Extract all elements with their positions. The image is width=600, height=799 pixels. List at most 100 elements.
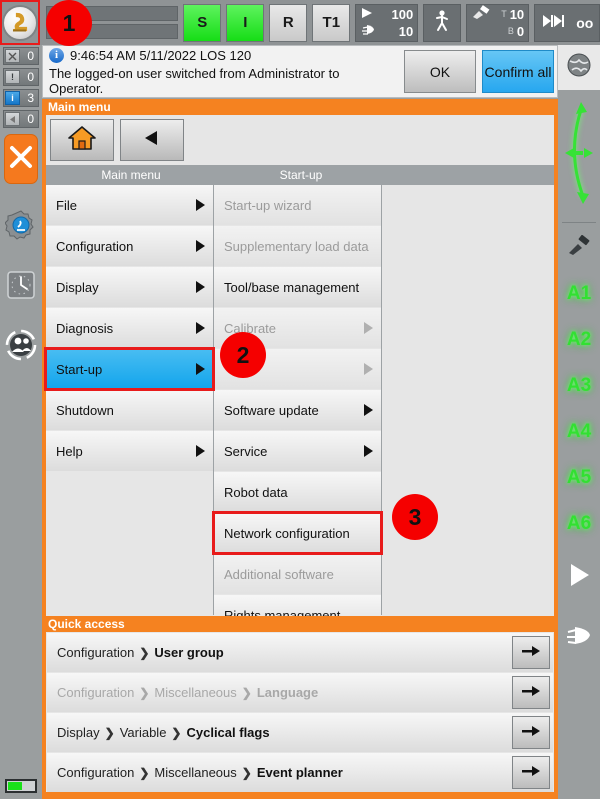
- program-override-value: 100: [391, 6, 414, 22]
- pin-button[interactable]: [512, 636, 550, 669]
- menu-item-supplementary-load-data[interactable]: Supplementary load data: [214, 226, 381, 266]
- warning-counter[interactable]: ! 0: [3, 68, 39, 86]
- menu-item-label: Start-up wizard: [224, 197, 312, 213]
- quick-access-panel: Quick access Configuration ❯ User group: [42, 616, 558, 799]
- increment-value: oo: [576, 14, 594, 31]
- menu-column-main: File Configuration Display Diagnosis Sta…: [44, 185, 215, 615]
- hand-jog-button[interactable]: [558, 607, 600, 667]
- world-coordinates-button[interactable]: [558, 45, 600, 90]
- menu-item-start-up[interactable]: Start-up: [44, 347, 215, 391]
- close-window-button[interactable]: [4, 134, 38, 184]
- menu-item-service[interactable]: Service: [214, 431, 381, 471]
- menu-item-help[interactable]: Help: [46, 431, 213, 471]
- menu-column-filler: [46, 554, 213, 594]
- pin-icon: [520, 764, 542, 781]
- chevron-right-icon: [364, 363, 373, 375]
- axis-bend-icon: [561, 98, 597, 213]
- back-button[interactable]: [120, 119, 184, 161]
- confirm-all-button[interactable]: Confirm all: [482, 50, 554, 93]
- message-bar[interactable]: i 9:46:54 AM 5/11/2022 LOS 120 The logge…: [42, 45, 558, 98]
- clock-button[interactable]: [4, 270, 38, 304]
- callout-badge-3: 3: [392, 494, 438, 540]
- program-start-button[interactable]: [558, 547, 600, 607]
- menu-item-shutdown[interactable]: Shutdown: [46, 390, 213, 430]
- menu-item-label: Additional software: [224, 566, 334, 582]
- robot-interpreter-status[interactable]: R: [269, 3, 308, 42]
- breadcrumb-part: Miscellaneous: [154, 685, 237, 700]
- tool-base-button[interactable]: T 10 B 0: [466, 3, 530, 42]
- menu-item-label: Robot data: [224, 484, 288, 500]
- breadcrumb-last: User group: [154, 645, 224, 660]
- pin-button[interactable]: [512, 756, 550, 789]
- operating-mode-button[interactable]: T1: [312, 3, 351, 42]
- menu-item-display[interactable]: Display: [46, 267, 213, 307]
- jog-axis-a2-button[interactable]: A2: [558, 317, 600, 363]
- menu-item-file[interactable]: File: [46, 185, 213, 225]
- tool-jog-button[interactable]: [558, 225, 600, 271]
- menu-item-tool-base-management[interactable]: Tool/base management: [214, 267, 381, 307]
- user-group-icon: [5, 329, 37, 366]
- main-menu-panel-title: Main menu: [48, 100, 111, 114]
- axis-a6-label: A6: [566, 513, 592, 534]
- walking-person-icon: [433, 9, 451, 37]
- chevron-right-icon: ❯: [171, 725, 182, 740]
- robot-settings-button[interactable]: [4, 209, 38, 246]
- jog-axis-a4-button[interactable]: A4: [558, 409, 600, 455]
- error-counter[interactable]: 0: [3, 47, 39, 65]
- base-number: 0: [516, 23, 525, 39]
- jog-axis-a5-button[interactable]: A5: [558, 455, 600, 501]
- robot-settings-gear-icon: [4, 209, 37, 246]
- increment-button[interactable]: oo: [534, 3, 600, 42]
- jog-axis-a3-button[interactable]: A3: [558, 363, 600, 409]
- pin-icon: [520, 684, 542, 701]
- info-counter-icon: i: [5, 91, 20, 105]
- tool-icon: [471, 4, 491, 24]
- axis-bend-jog-button[interactable]: [558, 90, 600, 220]
- menu-item-label: Service: [224, 443, 268, 459]
- clock-icon: [6, 270, 36, 305]
- jog-override-value: 10: [398, 23, 414, 39]
- quick-access-item-language[interactable]: Configuration ❯ Miscellaneous ❯ Language: [47, 673, 553, 712]
- message-body: The logged-on user switched from Adminis…: [49, 65, 340, 96]
- menu-item-software-update[interactable]: Software update: [214, 390, 381, 430]
- breadcrumb-part: Configuration: [57, 645, 135, 660]
- callout-badge-2: 2: [220, 332, 266, 378]
- pin-button[interactable]: [512, 676, 550, 709]
- waiting-counter[interactable]: 0: [3, 110, 39, 128]
- menu-column-startup: Start-up wizard Supplementary load data …: [212, 185, 383, 635]
- axis-a3-label: A3: [566, 375, 592, 396]
- home-button[interactable]: [50, 119, 114, 161]
- jog-axis-a1-button[interactable]: A1: [558, 271, 600, 317]
- menu-item-diagnosis[interactable]: Diagnosis: [46, 308, 213, 348]
- menu-item-configuration[interactable]: Configuration: [46, 226, 213, 266]
- menu-item-robot-data[interactable]: Robot data: [214, 472, 381, 512]
- menu-item-start-up-wizard[interactable]: Start-up wizard: [214, 185, 381, 225]
- drives-status[interactable]: I: [226, 3, 265, 42]
- close-icon: [7, 143, 35, 176]
- chevron-right-icon: [196, 199, 205, 211]
- chevron-right-icon: ❯: [104, 725, 115, 740]
- quick-access-item-cyclical-flags[interactable]: Display ❯ Variable ❯ Cyclical flags: [47, 713, 553, 752]
- menu-item-additional-software[interactable]: Additional software: [214, 554, 381, 594]
- breadcrumb-part: Miscellaneous: [154, 765, 237, 780]
- menu-column-empty: [382, 185, 552, 615]
- quick-access-item-user-group[interactable]: Configuration ❯ User group: [47, 633, 553, 672]
- quick-access-item-event-planner[interactable]: Configuration ❯ Miscellaneous ❯ Event pl…: [47, 753, 553, 792]
- info-counter[interactable]: i 3: [3, 89, 39, 107]
- axis-a2-label: A2: [566, 329, 592, 350]
- override-button[interactable]: 100 10: [355, 3, 419, 42]
- pin-icon: [520, 724, 542, 741]
- submit-interpreter-status[interactable]: S: [183, 3, 222, 42]
- menu-item-label: Help: [56, 443, 83, 459]
- jog-axis-a6-button[interactable]: A6: [558, 501, 600, 547]
- ok-button[interactable]: OK: [404, 50, 476, 93]
- tool-number: 10: [509, 6, 525, 22]
- jog-mode-button[interactable]: [423, 3, 462, 42]
- menu-item-label: Diagnosis: [56, 320, 114, 336]
- pin-button[interactable]: [512, 716, 550, 749]
- column-header-startup: Start-up: [279, 168, 323, 182]
- user-group-button[interactable]: [4, 329, 38, 366]
- menu-item-label: File: [56, 197, 77, 213]
- menu-item-network-configuration[interactable]: Network configuration: [212, 511, 383, 555]
- robot-logo-button[interactable]: [0, 0, 40, 45]
